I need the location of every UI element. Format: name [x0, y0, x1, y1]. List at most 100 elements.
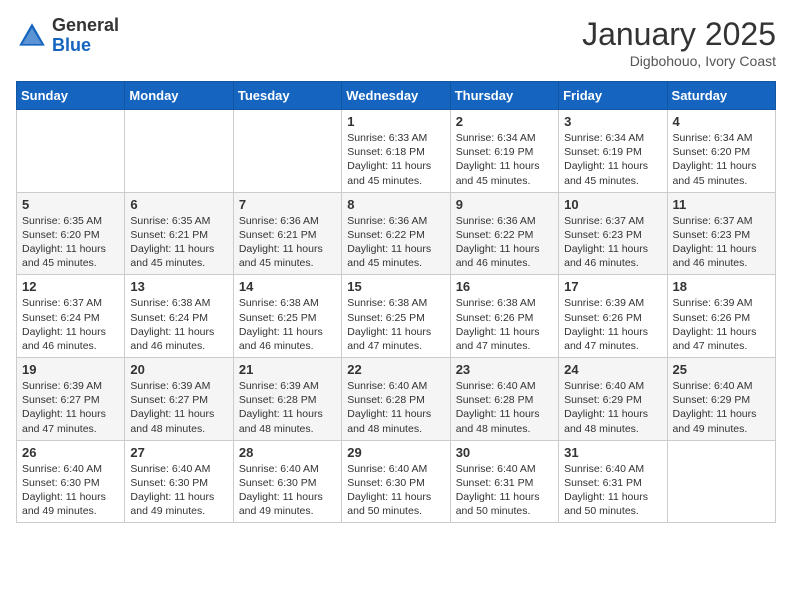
day-number: 13: [130, 279, 227, 294]
day-info: Sunrise: 6:38 AM Sunset: 6:26 PM Dayligh…: [456, 296, 553, 353]
calendar-cell: 3Sunrise: 6:34 AM Sunset: 6:19 PM Daylig…: [559, 110, 667, 193]
calendar-cell: 9 Sunrise: 6:36 AM Sunset: 6:22 PM Daylig…: [450, 192, 558, 275]
calendar-table: SundayMondayTuesdayWednesdayThursdayFrid…: [16, 81, 776, 523]
day-number: 17: [564, 279, 661, 294]
calendar-cell: 31 Sunrise: 6:40 AM Sunset: 6:31 PM Dayli…: [559, 440, 667, 523]
week-row-4: 26Sunrise: 6:40 AM Sunset: 6:30 PM Dayli…: [17, 440, 776, 523]
calendar-cell: 16Sunrise: 6:38 AM Sunset: 6:26 PM Dayli…: [450, 275, 558, 358]
weekday-header-monday: Monday: [125, 82, 233, 110]
calendar-cell: 18 Sunrise: 6:39 AM Sunset: 6:26 PM Dayli…: [667, 275, 775, 358]
day-info: Sunrise: 6:38 AM Sunset: 6:25 PM Dayligh…: [239, 296, 336, 353]
day-info: Sunrise: 6:39 AM Sunset: 6:26 PM Dayligh…: [564, 296, 661, 353]
day-number: 27: [130, 445, 227, 460]
calendar-cell: 13 Sunrise: 6:38 AM Sunset: 6:24 PM Dayli…: [125, 275, 233, 358]
calendar-cell: [125, 110, 233, 193]
day-info: Sunrise: 6:40 AM Sunset: 6:29 PM Dayligh…: [564, 379, 661, 436]
day-info: Sunrise: 6:37 AM Sunset: 6:23 PM Dayligh…: [673, 214, 770, 271]
weekday-header-friday: Friday: [559, 82, 667, 110]
week-row-1: 5 Sunrise: 6:35 AM Sunset: 6:20 PM Daylig…: [17, 192, 776, 275]
day-info: Sunrise: 6:40 AM Sunset: 6:30 PM Dayligh…: [239, 462, 336, 519]
day-info: Sunrise: 6:40 AM Sunset: 6:28 PM Dayligh…: [456, 379, 553, 436]
calendar-cell: 20Sunrise: 6:39 AM Sunset: 6:27 PM Dayli…: [125, 358, 233, 441]
calendar-cell: 23 Sunrise: 6:40 AM Sunset: 6:28 PM Dayli…: [450, 358, 558, 441]
day-info: Sunrise: 6:39 AM Sunset: 6:28 PM Dayligh…: [239, 379, 336, 436]
day-number: 18: [673, 279, 770, 294]
calendar-cell: 1 Sunrise: 6:33 AM Sunset: 6:18 PM Daylig…: [342, 110, 450, 193]
day-number: 5: [22, 197, 119, 212]
calendar-cell: 24Sunrise: 6:40 AM Sunset: 6:29 PM Dayli…: [559, 358, 667, 441]
day-info: Sunrise: 6:36 AM Sunset: 6:22 PM Dayligh…: [347, 214, 444, 271]
day-info: Sunrise: 6:33 AM Sunset: 6:18 PM Dayligh…: [347, 131, 444, 188]
day-info: Sunrise: 6:40 AM Sunset: 6:31 PM Dayligh…: [564, 462, 661, 519]
day-number: 4: [673, 114, 770, 129]
calendar-cell: 22 Sunrise: 6:40 AM Sunset: 6:28 PM Dayli…: [342, 358, 450, 441]
calendar-cell: [233, 110, 341, 193]
day-info: Sunrise: 6:35 AM Sunset: 6:21 PM Dayligh…: [130, 214, 227, 271]
calendar-cell: 27 Sunrise: 6:40 AM Sunset: 6:30 PM Dayli…: [125, 440, 233, 523]
day-info: Sunrise: 6:37 AM Sunset: 6:23 PM Dayligh…: [564, 214, 661, 271]
calendar-cell: 11Sunrise: 6:37 AM Sunset: 6:23 PM Dayli…: [667, 192, 775, 275]
day-number: 31: [564, 445, 661, 460]
calendar-cell: 2Sunrise: 6:34 AM Sunset: 6:19 PM Daylig…: [450, 110, 558, 193]
calendar-cell: 30 Sunrise: 6:40 AM Sunset: 6:31 PM Dayli…: [450, 440, 558, 523]
day-number: 14: [239, 279, 336, 294]
title-block: January 2025 Digbohouo, Ivory Coast: [582, 16, 776, 69]
day-info: Sunrise: 6:40 AM Sunset: 6:30 PM Dayligh…: [347, 462, 444, 519]
day-number: 9: [456, 197, 553, 212]
day-info: Sunrise: 6:40 AM Sunset: 6:30 PM Dayligh…: [130, 462, 227, 519]
weekday-header-sunday: Sunday: [17, 82, 125, 110]
day-info: Sunrise: 6:40 AM Sunset: 6:29 PM Dayligh…: [673, 379, 770, 436]
day-number: 1: [347, 114, 444, 129]
day-info: Sunrise: 6:38 AM Sunset: 6:24 PM Dayligh…: [130, 296, 227, 353]
day-number: 22: [347, 362, 444, 377]
day-number: 23: [456, 362, 553, 377]
day-info: Sunrise: 6:40 AM Sunset: 6:30 PM Dayligh…: [22, 462, 119, 519]
day-info: Sunrise: 6:34 AM Sunset: 6:19 PM Dayligh…: [456, 131, 553, 188]
calendar-cell: 21 Sunrise: 6:39 AM Sunset: 6:28 PM Dayli…: [233, 358, 341, 441]
calendar-cell: 7 Sunrise: 6:36 AM Sunset: 6:21 PM Daylig…: [233, 192, 341, 275]
calendar-cell: 29 Sunrise: 6:40 AM Sunset: 6:30 PM Dayli…: [342, 440, 450, 523]
calendar-cell: 25 Sunrise: 6:40 AM Sunset: 6:29 PM Dayli…: [667, 358, 775, 441]
day-info: Sunrise: 6:36 AM Sunset: 6:22 PM Dayligh…: [456, 214, 553, 271]
weekday-header-saturday: Saturday: [667, 82, 775, 110]
weekday-header-thursday: Thursday: [450, 82, 558, 110]
day-number: 28: [239, 445, 336, 460]
month-title: January 2025: [582, 16, 776, 53]
day-info: Sunrise: 6:35 AM Sunset: 6:20 PM Dayligh…: [22, 214, 119, 271]
calendar-cell: 5 Sunrise: 6:35 AM Sunset: 6:20 PM Daylig…: [17, 192, 125, 275]
weekday-header-row: SundayMondayTuesdayWednesdayThursdayFrid…: [17, 82, 776, 110]
day-number: 12: [22, 279, 119, 294]
day-number: 30: [456, 445, 553, 460]
calendar-cell: 26Sunrise: 6:40 AM Sunset: 6:30 PM Dayli…: [17, 440, 125, 523]
day-number: 19: [22, 362, 119, 377]
day-info: Sunrise: 6:39 AM Sunset: 6:26 PM Dayligh…: [673, 296, 770, 353]
day-number: 6: [130, 197, 227, 212]
day-info: Sunrise: 6:40 AM Sunset: 6:31 PM Dayligh…: [456, 462, 553, 519]
day-number: 7: [239, 197, 336, 212]
week-row-0: 1 Sunrise: 6:33 AM Sunset: 6:18 PM Daylig…: [17, 110, 776, 193]
day-number: 29: [347, 445, 444, 460]
calendar-cell: 8Sunrise: 6:36 AM Sunset: 6:22 PM Daylig…: [342, 192, 450, 275]
calendar-cell: 10 Sunrise: 6:37 AM Sunset: 6:23 PM Dayli…: [559, 192, 667, 275]
day-number: 21: [239, 362, 336, 377]
calendar-cell: 12Sunrise: 6:37 AM Sunset: 6:24 PM Dayli…: [17, 275, 125, 358]
calendar-cell: [667, 440, 775, 523]
page-header: General Blue January 2025 Digbohouo, Ivo…: [16, 16, 776, 69]
weekday-header-tuesday: Tuesday: [233, 82, 341, 110]
calendar-cell: 19Sunrise: 6:39 AM Sunset: 6:27 PM Dayli…: [17, 358, 125, 441]
day-number: 10: [564, 197, 661, 212]
day-info: Sunrise: 6:36 AM Sunset: 6:21 PM Dayligh…: [239, 214, 336, 271]
logo-icon: [16, 20, 48, 52]
day-number: 3: [564, 114, 661, 129]
logo: General Blue: [16, 16, 119, 56]
calendar-cell: 15Sunrise: 6:38 AM Sunset: 6:25 PM Dayli…: [342, 275, 450, 358]
day-info: Sunrise: 6:40 AM Sunset: 6:28 PM Dayligh…: [347, 379, 444, 436]
location-subtitle: Digbohouo, Ivory Coast: [582, 53, 776, 69]
calendar-cell: [17, 110, 125, 193]
weekday-header-wednesday: Wednesday: [342, 82, 450, 110]
day-number: 15: [347, 279, 444, 294]
day-number: 25: [673, 362, 770, 377]
calendar-cell: 17 Sunrise: 6:39 AM Sunset: 6:26 PM Dayli…: [559, 275, 667, 358]
day-info: Sunrise: 6:34 AM Sunset: 6:20 PM Dayligh…: [673, 131, 770, 188]
calendar-cell: 28 Sunrise: 6:40 AM Sunset: 6:30 PM Dayli…: [233, 440, 341, 523]
